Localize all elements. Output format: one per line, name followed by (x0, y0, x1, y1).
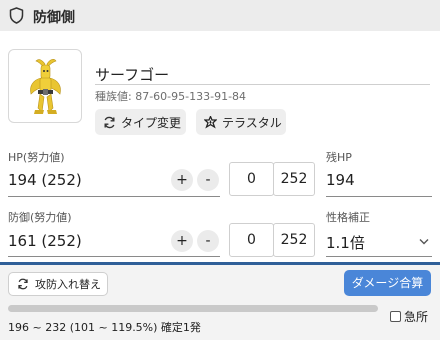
swap-label: 攻防入れ替え (35, 278, 101, 291)
critical-checkbox-box[interactable] (390, 311, 401, 322)
type-change-icon (104, 116, 115, 128)
terastal-label: テラスタル (222, 115, 282, 130)
nature-underline (326, 256, 432, 257)
defense-label: 防御(努力値) (8, 211, 72, 224)
damage-progress-bar (8, 305, 378, 312)
panel-header: 防御側 (0, 0, 440, 31)
hp-label: HP(努力値) (8, 151, 65, 164)
defense-value-underline (8, 256, 220, 257)
pokemon-name-underline (95, 84, 430, 85)
pokemon-name[interactable]: サーフゴー (95, 64, 169, 85)
hp-value-underline (8, 196, 220, 197)
hp-value[interactable]: 194 (252) (8, 171, 82, 189)
remaining-hp-value[interactable]: 194 (326, 171, 355, 189)
defense-iv-input[interactable]: 0 (229, 223, 274, 257)
damage-result: 196 ~ 232 (101 ~ 119.5%) 確定1発 (8, 321, 201, 334)
critical-checkbox[interactable]: 急所 (390, 308, 428, 325)
defense-minus-button[interactable]: - (197, 230, 219, 252)
defense-plus-button[interactable]: + (171, 230, 193, 252)
base-stats: 種族値: 87-60-95-133-91-84 (95, 90, 247, 103)
shield-icon (9, 7, 24, 24)
chevron-down-icon[interactable] (419, 238, 429, 245)
defense-value[interactable]: 161 (252) (8, 232, 82, 250)
hp-plus-button[interactable]: + (171, 169, 193, 191)
pokemon-sprite (30, 59, 61, 114)
nature-select[interactable]: 1.1倍 (326, 232, 365, 253)
hp-minus-button[interactable]: - (197, 169, 219, 191)
swap-attack-defense-button[interactable]: 攻防入れ替え (8, 272, 108, 296)
critical-label: 急所 (404, 310, 429, 324)
type-change-button[interactable]: タイプ変更 (95, 109, 186, 135)
damage-sum-button[interactable]: ダメージ合算 (344, 270, 431, 296)
remaining-hp-label: 残HP (326, 151, 352, 164)
tera-icon (204, 115, 217, 128)
type-change-label: タイプ変更 (121, 115, 182, 130)
hp-iv-input[interactable]: 0 (229, 162, 274, 196)
terastal-button[interactable]: テラスタル (196, 109, 286, 135)
damage-progress-fill (8, 305, 378, 312)
swap-icon (18, 278, 28, 290)
remaining-hp-underline (326, 196, 432, 197)
defense-ev-input[interactable]: 252 (273, 223, 315, 257)
hp-ev-input[interactable]: 252 (273, 162, 315, 196)
pokemon-image[interactable] (8, 49, 82, 123)
panel-title: 防御側 (33, 10, 75, 26)
nature-label: 性格補正 (326, 211, 370, 224)
